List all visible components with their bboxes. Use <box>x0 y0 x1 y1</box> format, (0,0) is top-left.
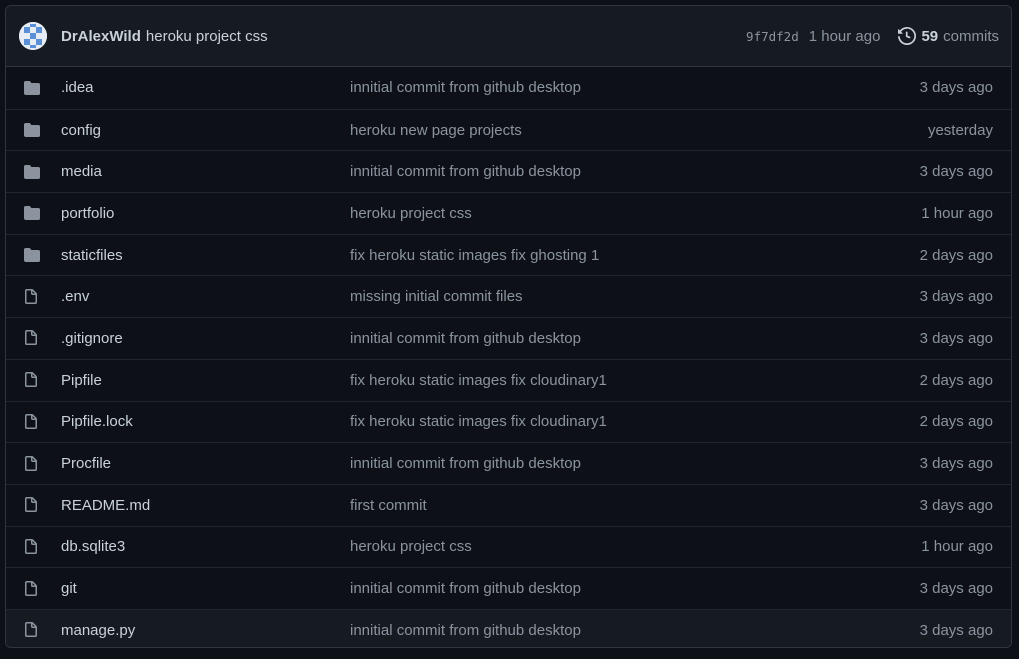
file-row[interactable]: Pipfile fix heroku static images fix clou… <box>6 358 1011 401</box>
commit-sha[interactable]: 9f7df2d <box>746 29 799 44</box>
file-commit-message[interactable]: innitial commit from github desktop <box>350 330 920 347</box>
commit-author[interactable]: DrAlexWild <box>61 28 141 45</box>
file-commit-message[interactable]: heroku new page projects <box>350 122 928 139</box>
file-icon <box>23 288 43 306</box>
file-commit-message[interactable]: missing initial commit files <box>350 288 920 305</box>
file-commit-time: 3 days ago <box>919 580 993 598</box>
file-commit-time: 3 days ago <box>919 79 993 97</box>
file-commit-message[interactable]: first commit <box>350 497 920 514</box>
file-commit-time: 3 days ago <box>919 329 993 347</box>
file-name-link[interactable]: .gitignore <box>61 330 350 347</box>
file-icon <box>23 538 43 556</box>
file-name-link[interactable]: Pipfile.lock <box>61 413 350 430</box>
author-avatar[interactable] <box>19 22 47 50</box>
file-commit-time: yesterday <box>927 121 993 139</box>
file-icon <box>23 455 43 473</box>
commit-message[interactable]: heroku project css <box>146 28 268 45</box>
avatar-pattern <box>19 22 47 50</box>
file-name-link[interactable]: manage.py <box>61 622 350 639</box>
file-commit-time: 2 days ago <box>919 246 993 264</box>
file-name-link[interactable]: config <box>61 122 350 139</box>
file-name-link[interactable]: git <box>61 580 350 597</box>
latest-commit-bar: DrAlexWild heroku project css 9f7df2d 1 … <box>6 6 1011 67</box>
file-list: .idea innitial commit from github desktop… <box>6 67 1011 647</box>
file-name-link[interactable]: staticfiles <box>61 247 350 264</box>
file-row[interactable]: README.md first commit 3 days ago <box>6 483 1011 526</box>
commits-link[interactable]: 59 commits <box>898 27 999 45</box>
file-icon <box>23 621 43 639</box>
file-commit-time: 3 days ago <box>919 621 993 639</box>
file-commit-message[interactable]: heroku project css <box>350 538 921 555</box>
file-row[interactable]: Procfile innitial commit from github desk… <box>6 442 1011 484</box>
file-commit-time: 2 days ago <box>919 371 993 389</box>
file-row[interactable]: config heroku new page projects yesterday <box>6 108 1011 151</box>
file-icon <box>23 496 43 514</box>
file-name-link[interactable]: README.md <box>61 497 350 514</box>
file-name-link[interactable]: db.sqlite3 <box>61 538 350 555</box>
file-row[interactable]: .idea innitial commit from github desktop… <box>6 67 1011 109</box>
file-icon <box>23 580 43 598</box>
file-row[interactable]: manage.py innitial commit from github des… <box>6 608 1011 647</box>
file-row[interactable]: .gitignore innitial commit from github de… <box>6 317 1011 359</box>
file-name-link[interactable]: Pipfile <box>61 372 350 389</box>
file-row[interactable]: .env missing initial commit files 3 days a… <box>6 275 1011 317</box>
folder-icon <box>23 122 43 138</box>
file-row[interactable]: portfolio heroku project css 1 hour ago <box>6 192 1011 234</box>
file-row[interactable]: media innitial commit from github desktop… <box>6 150 1011 192</box>
file-name-link[interactable]: .idea <box>61 79 350 96</box>
folder-icon <box>23 164 43 180</box>
folder-icon <box>23 205 43 221</box>
file-icon <box>23 329 43 347</box>
commit-time: 1 hour ago <box>808 27 881 45</box>
file-commit-message[interactable]: innitial commit from github desktop <box>350 455 920 472</box>
file-icon <box>23 371 43 389</box>
folder-icon <box>23 80 43 96</box>
file-row[interactable]: git innitial commit from github desktop 3 … <box>6 567 1011 609</box>
file-name-link[interactable]: portfolio <box>61 205 350 222</box>
commits-label: commits <box>943 27 999 45</box>
commit-meta: 9f7df2d 1 hour ago 59 commits <box>746 27 999 45</box>
file-commit-time: 1 hour ago <box>921 204 993 222</box>
history-icon <box>898 27 917 45</box>
file-commit-time: 3 days ago <box>919 455 993 473</box>
file-commit-message[interactable]: fix heroku static images fix cloudinary1 <box>350 372 920 389</box>
file-icon <box>23 413 43 431</box>
file-commit-message[interactable]: fix heroku static images fix ghosting 1 <box>350 247 920 264</box>
file-name-link[interactable]: .env <box>61 288 350 305</box>
file-commit-message[interactable]: innitial commit from github desktop <box>350 580 920 597</box>
file-commit-message[interactable]: heroku project css <box>350 205 921 222</box>
file-commit-time: 1 hour ago <box>921 538 993 556</box>
folder-icon <box>23 247 43 263</box>
commit-count: 59 <box>921 27 939 45</box>
file-browser: DrAlexWild heroku project css 9f7df2d 1 … <box>5 5 1012 648</box>
file-commit-time: 2 days ago <box>919 413 993 431</box>
file-commit-message[interactable]: fix heroku static images fix cloudinary1 <box>350 413 920 430</box>
file-row[interactable]: db.sqlite3 heroku project css 1 hour ago <box>6 525 1011 568</box>
file-commit-message[interactable]: innitial commit from github desktop <box>350 79 920 96</box>
file-row[interactable]: staticfiles fix heroku static images fix … <box>6 233 1011 276</box>
file-commit-message[interactable]: innitial commit from github desktop <box>350 163 920 180</box>
file-commit-time: 3 days ago <box>919 496 993 514</box>
file-row[interactable]: Pipfile.lock fix heroku static images fix… <box>6 400 1011 443</box>
file-commit-time: 3 days ago <box>919 163 993 181</box>
file-commit-message[interactable]: innitial commit from github desktop <box>350 622 920 639</box>
file-name-link[interactable]: Procfile <box>61 455 350 472</box>
file-commit-time: 3 days ago <box>919 288 993 306</box>
file-name-link[interactable]: media <box>61 163 350 180</box>
